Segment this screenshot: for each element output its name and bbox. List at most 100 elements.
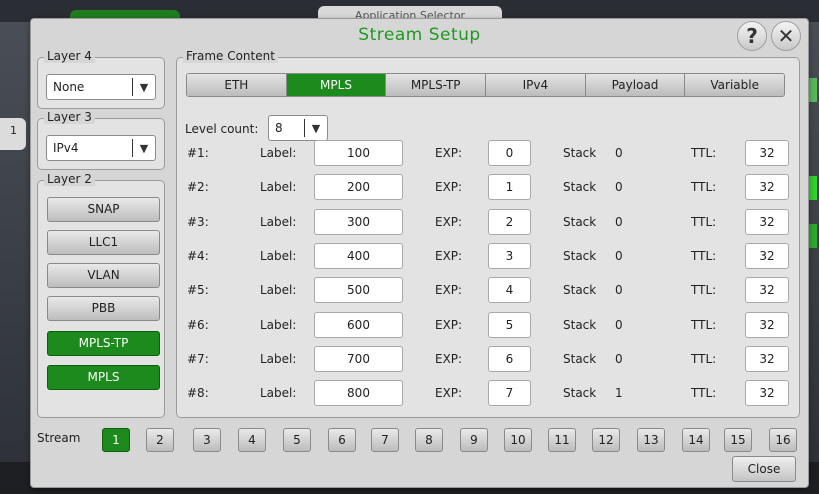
- label-caption: Label:: [260, 386, 297, 400]
- exp-caption: EXP:: [435, 386, 463, 400]
- stream-button-16[interactable]: 16: [769, 428, 797, 452]
- ttl-caption: TTL:: [691, 215, 717, 229]
- label-caption: Label:: [260, 215, 297, 229]
- tab-mpls[interactable]: MPLS: [286, 74, 387, 96]
- stream-button-4[interactable]: 4: [238, 428, 266, 452]
- stack-caption: Stack: [563, 352, 597, 366]
- close-button[interactable]: Close: [732, 456, 796, 482]
- exp-input[interactable]: 3: [488, 243, 531, 269]
- label-caption: Label:: [260, 318, 297, 332]
- tab-variable[interactable]: Variable: [685, 74, 784, 96]
- layer2-mpls-button[interactable]: MPLS: [47, 365, 160, 390]
- exp-input[interactable]: 2: [488, 209, 531, 235]
- ttl-input[interactable]: 32: [745, 312, 789, 338]
- stream-label: Stream: [37, 431, 81, 445]
- tab-payload[interactable]: Payload: [585, 74, 686, 96]
- ttl-caption: TTL:: [691, 318, 717, 332]
- close-icon[interactable]: ✕: [771, 21, 801, 51]
- ttl-input[interactable]: 32: [745, 346, 789, 372]
- label-caption: Label:: [260, 146, 297, 160]
- level-count-label: Level count:: [185, 122, 259, 136]
- label-input[interactable]: 600: [314, 312, 403, 338]
- stream-button-15[interactable]: 15: [724, 428, 752, 452]
- ttl-input[interactable]: 32: [745, 140, 789, 166]
- stream-button-2[interactable]: 2: [146, 428, 174, 452]
- exp-caption: EXP:: [435, 283, 463, 297]
- frame-content-group: Frame Content ETH MPLS MPLS-TP IPv4 Payl…: [176, 49, 800, 418]
- label-input[interactable]: 400: [314, 243, 403, 269]
- tab-ipv4[interactable]: IPv4: [486, 74, 586, 96]
- bg-side-number: 1: [0, 118, 26, 150]
- layer4-group: Layer 4 None ▼: [37, 49, 165, 109]
- row-number: #5:: [187, 283, 209, 297]
- exp-input[interactable]: 0: [488, 140, 531, 166]
- row-number: #2:: [187, 180, 209, 194]
- exp-input[interactable]: 7: [488, 380, 531, 406]
- stream-button-7[interactable]: 7: [371, 428, 399, 452]
- stream-button-13[interactable]: 13: [637, 428, 665, 452]
- stream-button-5[interactable]: 5: [283, 428, 311, 452]
- label-input[interactable]: 100: [314, 140, 403, 166]
- layer3-group: Layer 3 IPv4 ▼: [37, 110, 165, 170]
- stream-setup-dialog: Stream Setup ? ✕ Layer 4 None ▼ Layer 3 …: [30, 18, 809, 488]
- label-input[interactable]: 700: [314, 346, 403, 372]
- stream-button-8[interactable]: 8: [415, 428, 443, 452]
- layer2-pbb-button[interactable]: PBB: [47, 296, 160, 321]
- stream-button-12[interactable]: 12: [592, 428, 620, 452]
- row-number: #8:: [187, 386, 209, 400]
- exp-input[interactable]: 1: [488, 174, 531, 200]
- ttl-input[interactable]: 32: [745, 174, 789, 200]
- stream-button-10[interactable]: 10: [504, 428, 532, 452]
- stack-caption: Stack: [563, 215, 597, 229]
- label-input[interactable]: 300: [314, 209, 403, 235]
- layer4-select[interactable]: None ▼: [46, 74, 156, 100]
- row-number: #4:: [187, 249, 209, 263]
- help-button[interactable]: ?: [737, 21, 767, 51]
- label-input[interactable]: 800: [314, 380, 403, 406]
- layer2-snap-button[interactable]: SNAP: [47, 197, 160, 222]
- ttl-input[interactable]: 32: [745, 243, 789, 269]
- level-count-select[interactable]: 8 ▼: [268, 115, 328, 141]
- stream-button-3[interactable]: 3: [193, 428, 221, 452]
- layer3-select[interactable]: IPv4 ▼: [46, 135, 156, 161]
- chevron-down-icon: ▼: [139, 141, 149, 155]
- chevron-down-icon: ▼: [139, 80, 149, 94]
- ttl-input[interactable]: 32: [745, 380, 789, 406]
- stream-button-14[interactable]: 14: [682, 428, 710, 452]
- row-number: #6:: [187, 318, 209, 332]
- stream-button-6[interactable]: 6: [328, 428, 356, 452]
- layer2-mpls-tp-button[interactable]: MPLS-TP: [47, 331, 160, 356]
- ttl-caption: TTL:: [691, 352, 717, 366]
- tab-mpls-tp[interactable]: MPLS-TP: [386, 74, 487, 96]
- layer2-llc1-button[interactable]: LLC1: [47, 230, 160, 255]
- level-count-value: 8: [275, 121, 283, 135]
- layer4-legend: Layer 4: [44, 49, 95, 63]
- stack-caption: Stack: [563, 249, 597, 263]
- stack-value: 0: [615, 318, 623, 332]
- layer3-legend: Layer 3: [44, 110, 95, 124]
- ttl-input[interactable]: 32: [745, 209, 789, 235]
- ttl-caption: TTL:: [691, 249, 717, 263]
- label-input[interactable]: 200: [314, 174, 403, 200]
- row-number: #3:: [187, 215, 209, 229]
- stream-button-1[interactable]: 1: [102, 428, 130, 452]
- stream-button-9[interactable]: 9: [460, 428, 488, 452]
- tab-eth[interactable]: ETH: [187, 74, 287, 96]
- exp-input[interactable]: 5: [488, 312, 531, 338]
- exp-caption: EXP:: [435, 215, 463, 229]
- stack-value: 0: [615, 180, 623, 194]
- stream-button-11[interactable]: 11: [548, 428, 576, 452]
- dialog-title: Stream Setup: [358, 25, 481, 45]
- ttl-caption: TTL:: [691, 386, 717, 400]
- label-caption: Label:: [260, 283, 297, 297]
- ttl-caption: TTL:: [691, 146, 717, 160]
- label-caption: Label:: [260, 249, 297, 263]
- ttl-input[interactable]: 32: [745, 277, 789, 303]
- stack-caption: Stack: [563, 180, 597, 194]
- stream-bar: Stream 1 2 3 4 5 6 7 8 9 10 11 12 13 14 15 16: [31, 425, 810, 455]
- exp-input[interactable]: 6: [488, 346, 531, 372]
- label-input[interactable]: 500: [314, 277, 403, 303]
- exp-caption: EXP:: [435, 249, 463, 263]
- layer2-vlan-button[interactable]: VLAN: [47, 263, 160, 288]
- exp-input[interactable]: 4: [488, 277, 531, 303]
